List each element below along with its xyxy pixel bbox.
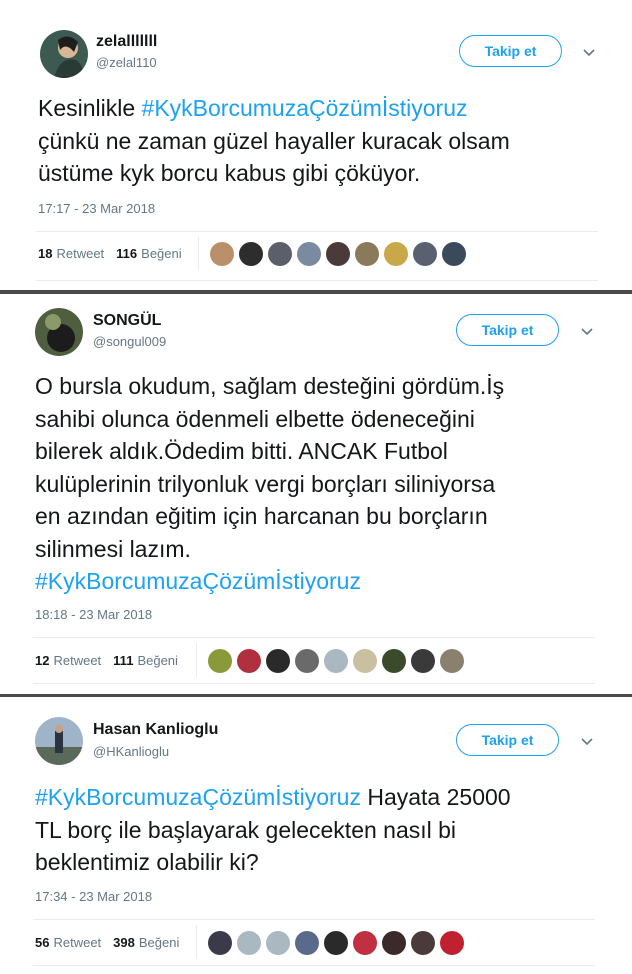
tweet-text-line: TL borç ile başlayarak gelecekten nasıl … (35, 816, 457, 843)
avatar[interactable] (35, 308, 83, 356)
liker-avatar[interactable] (208, 931, 232, 955)
liker-avatar[interactable] (411, 931, 435, 955)
hashtag-link[interactable]: #KykBorcumuzaÇözümİstiyoruz (142, 95, 468, 121)
liker-avatar[interactable] (210, 242, 234, 266)
liker-avatar[interactable] (326, 242, 350, 266)
liker-avatar[interactable] (295, 649, 319, 673)
tweet-text-line: Kesinlikle (38, 95, 142, 121)
divider (33, 683, 595, 684)
tweet-card: Hasan Kanlioglu @HKanlioglu Takip et #Ky… (0, 697, 632, 974)
tweet-text: #KykBorcumuzaÇözümİstiyoruz Hayata 25000… (35, 781, 625, 879)
author-handle[interactable]: @songul009 (93, 334, 166, 349)
liker-avatar[interactable] (324, 649, 348, 673)
liker-avatar[interactable] (413, 242, 437, 266)
chevron-down-icon[interactable] (579, 323, 595, 339)
tweet-text: O bursla okudum, sağlam desteğini gördüm… (35, 370, 625, 598)
liker-avatar[interactable] (266, 649, 290, 673)
tweet-text-line: Hayata 25000 (360, 784, 511, 810)
tweet-stats: 18 Retweet 116 Beğeni (38, 246, 194, 261)
divider (196, 643, 197, 677)
tweet-text-line: bilerek aldık.Ödedim bitti. ANCAK Futbol (35, 438, 448, 464)
tweet-text-line: O bursla okudum, sağlam desteğini gördüm… (35, 373, 505, 399)
timestamp[interactable]: 18:18 - 23 Mar 2018 (35, 607, 152, 622)
timestamp[interactable]: 17:17 - 23 Mar 2018 (38, 201, 155, 216)
divider (36, 231, 598, 232)
liker-avatar[interactable] (237, 649, 261, 673)
like-count[interactable]: 116 Beğeni (116, 246, 181, 261)
liker-avatar[interactable] (382, 931, 406, 955)
liker-avatar[interactable] (297, 242, 321, 266)
divider (198, 237, 199, 271)
tweet-card: SONGÜL @songul009 Takip et O bursla okud… (0, 294, 632, 694)
liker-avatar[interactable] (442, 242, 466, 266)
liker-avatars (208, 649, 469, 673)
tweet-text: Kesinlikle #KykBorcumuzaÇözümİstiyoruz ç… (38, 92, 618, 190)
tweet-text-line: en azından eğitim için harcanan bu borçl… (35, 503, 488, 529)
author-name[interactable]: SONGÜL (93, 312, 161, 330)
hashtag-link[interactable]: #KykBorcumuzaÇözümİstiyoruz (35, 784, 361, 810)
tweet-text-line: beklentimiz olabilir ki? (35, 849, 259, 875)
follow-button[interactable]: Takip et (456, 724, 559, 756)
tweet-text-line: üstüme kyk borcu kabus gibi çöküyor. (38, 160, 421, 186)
liker-avatar[interactable] (384, 242, 408, 266)
tweet-text-line: kulüplerinin trilyonluk vergi borçları s… (35, 470, 496, 497)
liker-avatar[interactable] (353, 649, 377, 673)
liker-avatar[interactable] (295, 931, 319, 955)
tweet-text-line: silinmesi lazım. (35, 535, 191, 562)
liker-avatars (208, 931, 469, 955)
author-name[interactable]: zelalllllll (96, 33, 157, 51)
liker-avatar[interactable] (324, 931, 348, 955)
retweet-count[interactable]: 18 Retweet (38, 246, 104, 261)
timestamp[interactable]: 17:34 - 23 Mar 2018 (35, 889, 152, 904)
tweet-text-line: sahibi olunca ödenmeli elbette ödeneceği… (35, 405, 475, 432)
liker-avatar[interactable] (440, 649, 464, 673)
author-name[interactable]: Hasan Kanlioglu (93, 721, 218, 739)
tweet-stats: 12 Retweet 111 Beğeni (35, 653, 190, 668)
avatar[interactable] (40, 30, 88, 78)
divider (196, 925, 197, 959)
chevron-down-icon[interactable] (581, 44, 597, 60)
liker-avatar[interactable] (208, 649, 232, 673)
divider (33, 919, 595, 920)
liker-avatars (210, 242, 471, 266)
follow-button[interactable]: Takip et (459, 35, 562, 67)
liker-avatar[interactable] (355, 242, 379, 266)
hashtag-link[interactable]: #KykBorcumuzaÇözümİstiyoruz (35, 568, 361, 594)
divider (36, 280, 598, 281)
author-handle[interactable]: @zelal110 (96, 55, 157, 70)
liker-avatar[interactable] (411, 649, 435, 673)
liker-avatar[interactable] (237, 931, 261, 955)
tweet-card: zelalllllll @zelal110 Takip et Kesinlikl… (0, 0, 632, 290)
like-count[interactable]: 398 Beğeni (113, 935, 179, 950)
liker-avatar[interactable] (440, 931, 464, 955)
retweet-count[interactable]: 56 Retweet (35, 935, 101, 950)
follow-button[interactable]: Takip et (456, 314, 559, 346)
chevron-down-icon[interactable] (579, 733, 595, 749)
author-handle[interactable]: @HKanlioglu (93, 744, 169, 759)
liker-avatar[interactable] (353, 931, 377, 955)
tweet-stats: 56 Retweet 398 Beğeni (35, 935, 191, 950)
liker-avatar[interactable] (266, 931, 290, 955)
like-count[interactable]: 111 Beğeni (113, 653, 178, 668)
divider (33, 637, 595, 638)
retweet-count[interactable]: 12 Retweet (35, 653, 101, 668)
avatar[interactable] (35, 717, 83, 765)
liker-avatar[interactable] (268, 242, 292, 266)
tweet-text-line: çünkü ne zaman güzel hayaller kuracak ol… (38, 127, 510, 154)
liker-avatar[interactable] (239, 242, 263, 266)
divider (33, 965, 595, 966)
liker-avatar[interactable] (382, 649, 406, 673)
